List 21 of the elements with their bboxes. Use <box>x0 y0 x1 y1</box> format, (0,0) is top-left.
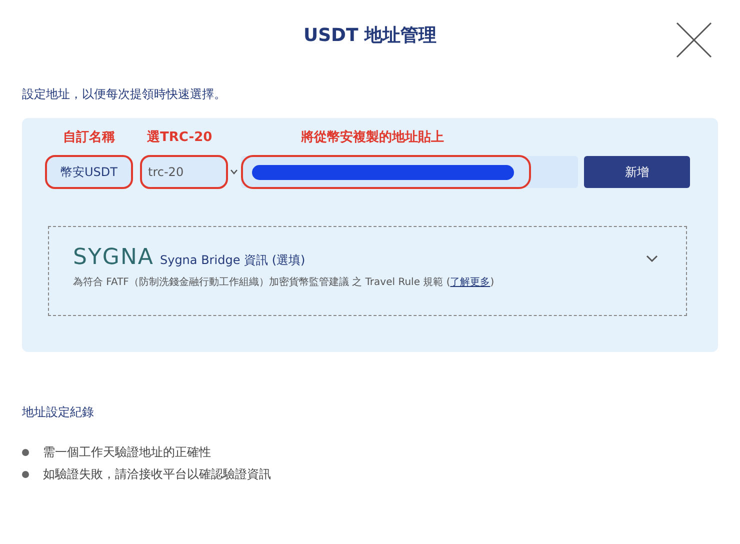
add-button[interactable]: 新增 <box>584 156 690 188</box>
close-icon[interactable] <box>676 22 712 58</box>
chevron-icon[interactable] <box>646 255 658 263</box>
sygna-description: 為符合 FATF（防制洗錢金融行動工作組織）加密貨幣監管建議 之 Travel Rule 規範 (了解更多) <box>73 276 496 289</box>
learn-more-link[interactable]: 了解更多 <box>450 277 490 288</box>
network-select[interactable]: trc-20 <box>140 155 228 189</box>
name-field[interactable]: 幣安USDT <box>45 155 133 189</box>
annotation-label: 自訂名稱 <box>63 129 115 146</box>
sygna-logo: SYGNA <box>73 247 154 269</box>
bullet-icon <box>22 448 29 456</box>
annotation-label: 將從幣安複製的地址貼上 <box>301 128 444 146</box>
records-heading: 地址設定紀錄 <box>22 404 95 421</box>
caret-icon <box>230 169 238 175</box>
note-text: 如驗證失敗，請洽接收平台以確認驗證資訊 <box>43 466 271 482</box>
intro-text: 設定地址，以便每次提領時快速選擇。 <box>22 86 227 103</box>
dialog-title: USDT 地址管理 <box>303 24 437 47</box>
bullet-icon <box>22 470 29 478</box>
note-text: 需一個工作天驗證地址的正確性 <box>43 444 211 460</box>
annotation-label: 選TRC-20 <box>147 129 212 146</box>
sygna-title: Sygna Bridge 資訊 (選填) <box>160 252 306 269</box>
address-field[interactable] <box>241 156 578 188</box>
